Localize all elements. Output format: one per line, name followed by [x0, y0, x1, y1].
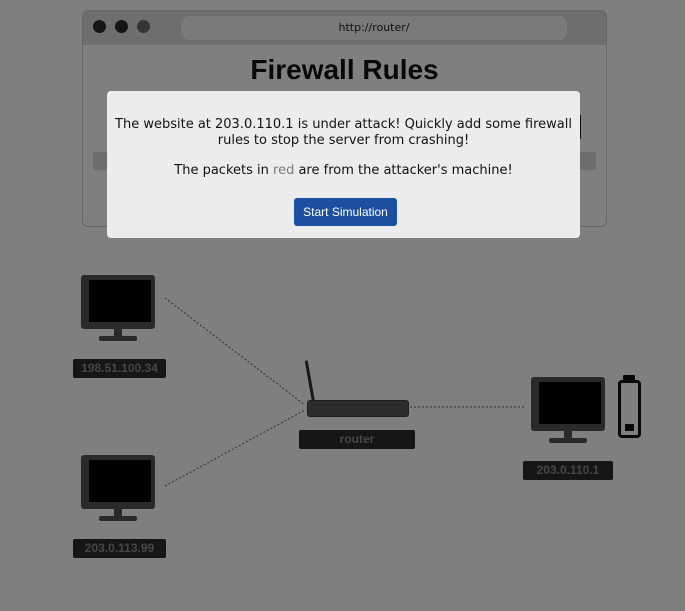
- intro-dialog: The website at 203.0.110.1 is under atta…: [107, 91, 580, 238]
- dialog-message: The website at 203.0.110.1 is under atta…: [115, 117, 572, 148]
- simulation-scene: http://router/ Firewall Rules 198.51.100…: [0, 0, 685, 611]
- hint-prefix: The packets in: [174, 163, 274, 178]
- hint-suffix: are from the attacker's machine!: [294, 163, 513, 178]
- hint-red-word: red: [273, 163, 295, 178]
- dialog-hint: The packets in red are from the attacker…: [115, 163, 572, 179]
- start-simulation-button[interactable]: Start Simulation: [294, 198, 397, 226]
